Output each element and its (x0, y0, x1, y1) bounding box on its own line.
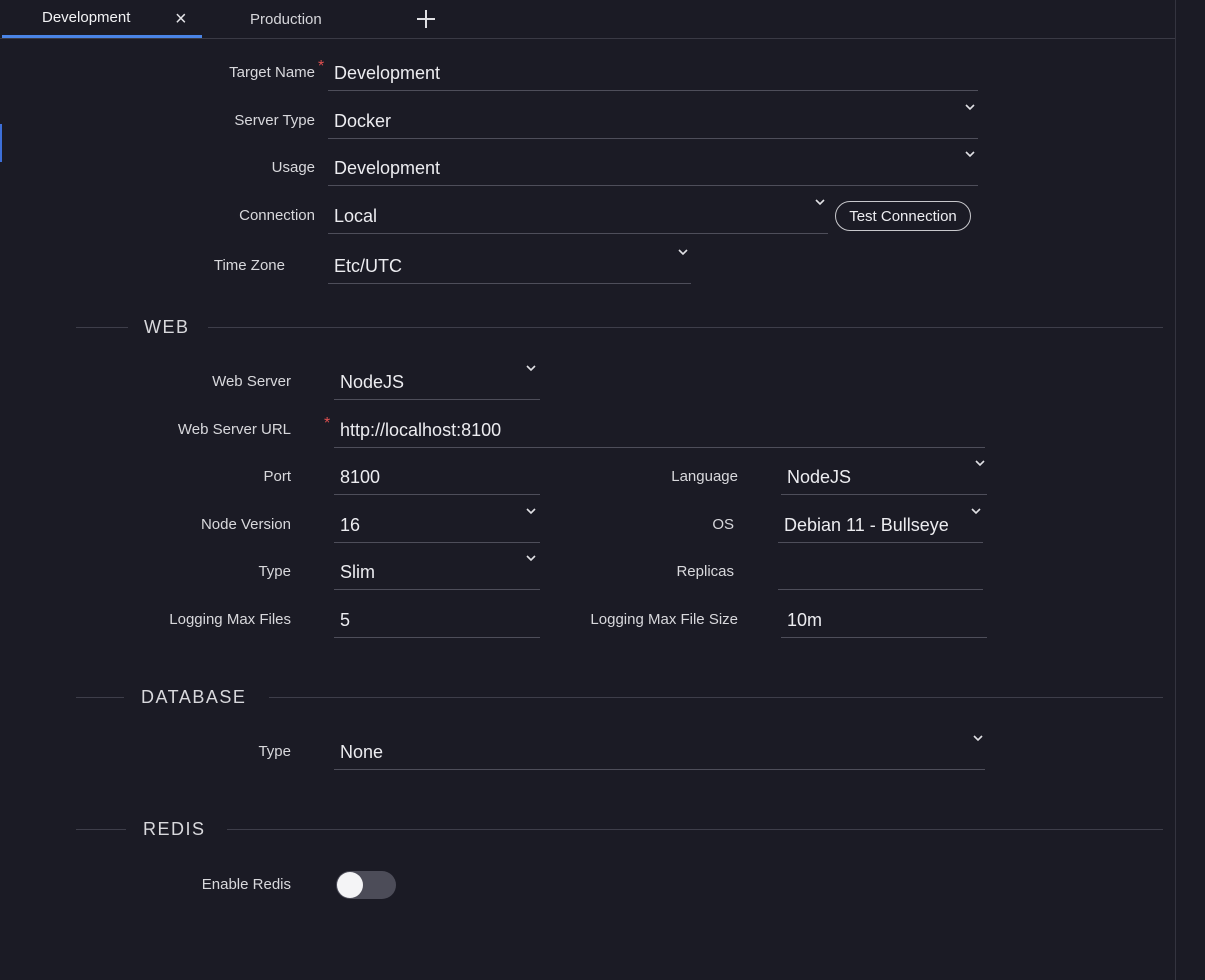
web-server-url-label: Web Server URL (177, 421, 291, 438)
tab-development-label: Development (42, 9, 131, 26)
chevron-down-icon (972, 732, 984, 744)
add-tab-icon[interactable] (415, 8, 437, 30)
web-server-value: NodeJS (340, 372, 405, 392)
server-type-value: Docker (334, 111, 392, 131)
section-divider (76, 829, 126, 830)
logging-max-file-size-label: Logging Max File Size (590, 611, 738, 628)
type-value: Slim (340, 562, 375, 582)
logging-max-files-input[interactable]: 5 (334, 602, 540, 638)
web-server-url-input[interactable]: http://localhost:8100 (334, 412, 985, 448)
enable-redis-toggle[interactable] (336, 871, 396, 899)
chevron-down-icon (970, 505, 982, 517)
right-panel-edge (1175, 0, 1205, 980)
web-server-select[interactable]: NodeJS (334, 364, 540, 400)
test-connection-button[interactable]: Test Connection (835, 201, 971, 231)
port-label: Port (263, 468, 291, 485)
time-zone-label: Time Zone (213, 257, 285, 274)
required-marker: * (318, 58, 325, 75)
section-divider (227, 829, 1163, 830)
main-panel: Development × Production Target Name * D… (0, 0, 1175, 980)
database-type-select[interactable]: None (334, 734, 985, 770)
target-name-label: Target Name (229, 64, 315, 81)
usage-value: Development (334, 158, 441, 178)
section-divider (269, 697, 1163, 698)
type-label: Type (258, 563, 291, 580)
replicas-label: Replicas (676, 563, 734, 580)
connection-value: Local (334, 206, 378, 226)
tab-production-label: Production (250, 10, 322, 28)
usage-label: Usage (271, 159, 315, 176)
port-value: 8100 (340, 467, 381, 487)
redis-section-title: REDIS (143, 819, 206, 839)
web-server-label: Web Server (212, 373, 291, 390)
database-type-value: None (340, 742, 384, 762)
server-type-label: Server Type (234, 112, 315, 129)
logging-max-files-value: 5 (340, 610, 351, 630)
language-label: Language (671, 468, 738, 485)
usage-select[interactable]: Development (328, 150, 978, 186)
target-name-input[interactable]: Development (328, 55, 978, 91)
chevron-down-icon (525, 362, 537, 374)
node-version-select[interactable]: 16 (334, 507, 540, 543)
target-name-value: Development (334, 63, 441, 83)
port-input[interactable]: 8100 (334, 459, 540, 495)
time-zone-value: Etc/UTC (334, 256, 403, 276)
tab-production[interactable]: Production (202, 0, 382, 38)
time-zone-select[interactable]: Etc/UTC (328, 248, 691, 284)
server-type-select[interactable]: Docker (328, 103, 978, 139)
active-indicator (0, 124, 2, 162)
os-label: OS (712, 516, 734, 533)
web-server-url-value: http://localhost:8100 (340, 420, 502, 440)
chevron-down-icon (974, 457, 986, 469)
node-version-label: Node Version (200, 516, 291, 533)
language-value: NodeJS (787, 467, 852, 487)
connection-label: Connection (239, 207, 315, 224)
section-divider (76, 327, 128, 328)
logging-max-files-label: Logging Max Files (169, 611, 291, 628)
toggle-knob (337, 872, 363, 898)
web-section-title: WEB (144, 317, 190, 337)
chevron-down-icon (525, 552, 537, 564)
logging-max-file-size-input[interactable]: 10m (781, 602, 987, 638)
enable-redis-label: Enable Redis (201, 876, 291, 893)
section-divider (76, 697, 124, 698)
section-divider (208, 327, 1163, 328)
chevron-down-icon (964, 101, 976, 113)
os-select[interactable]: Debian 11 - Bullseye (778, 507, 983, 543)
connection-select[interactable]: Local (328, 198, 828, 234)
close-icon[interactable]: × (175, 9, 187, 29)
chevron-down-icon (964, 148, 976, 160)
required-marker: * (324, 415, 331, 432)
node-version-value: 16 (340, 515, 361, 535)
tab-development[interactable]: Development × (2, 0, 202, 38)
chevron-down-icon (677, 246, 689, 258)
os-value: Debian 11 - Bullseye (784, 515, 949, 535)
database-section-title: DATABASE (141, 687, 247, 707)
chevron-down-icon (814, 196, 826, 208)
logging-max-file-size-value: 10m (787, 610, 823, 630)
language-select[interactable]: NodeJS (781, 459, 987, 495)
chevron-down-icon (525, 505, 537, 517)
replicas-input[interactable] (778, 554, 983, 590)
type-select[interactable]: Slim (334, 554, 540, 590)
database-type-label: Type (258, 743, 291, 760)
tab-bar: Development × Production (0, 0, 1175, 39)
